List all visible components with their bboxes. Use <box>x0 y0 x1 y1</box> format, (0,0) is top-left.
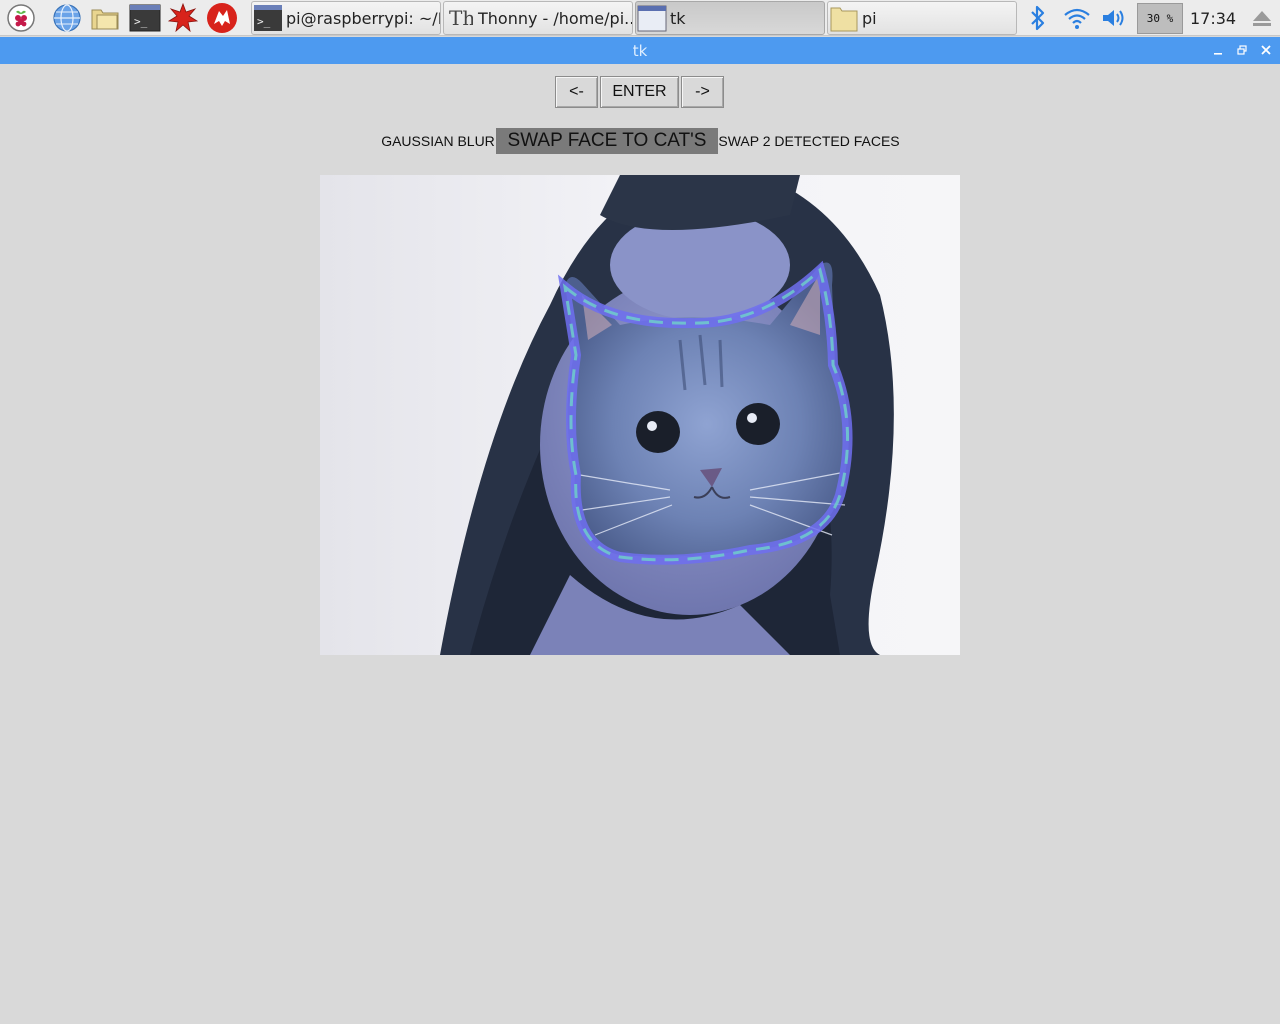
camera-preview-image <box>320 175 960 655</box>
window-titlebar[interactable]: tk <box>0 37 1280 64</box>
svg-text:>_: >_ <box>257 15 271 28</box>
task-label: tk <box>670 8 686 28</box>
file-manager-icon[interactable] <box>89 2 121 34</box>
task-terminal[interactable]: >_ pi@raspberrypi: ~/P... <box>251 1 441 35</box>
filter-swap-two-faces[interactable]: SWAP 2 DETECTED FACES <box>718 128 899 154</box>
battery-indicator[interactable]: 30 % <box>1137 3 1183 34</box>
close-icon[interactable] <box>1257 41 1275 59</box>
bluetooth-icon[interactable] <box>1026 2 1050 34</box>
minimize-icon[interactable] <box>1209 41 1227 59</box>
web-browser-icon[interactable] <box>51 2 83 34</box>
raspberry-menu-icon[interactable] <box>5 2 37 34</box>
svg-text:Th: Th <box>449 6 473 30</box>
thonny-icon: Th <box>444 2 476 34</box>
task-tk[interactable]: tk <box>635 1 825 35</box>
wifi-icon[interactable] <box>1062 2 1092 34</box>
mathematica-icon[interactable] <box>167 2 199 34</box>
filter-swap-face-to-cat[interactable]: SWAP FACE TO CAT'S <box>496 128 718 154</box>
volume-icon[interactable] <box>1099 2 1129 34</box>
enter-button[interactable]: ENTER <box>600 76 679 108</box>
taskbar: >_ >_ pi@raspberrypi: ~/P... Th Thon <box>0 0 1280 36</box>
terminal-icon[interactable]: >_ <box>129 2 161 34</box>
task-pi-folder[interactable]: pi <box>827 1 1017 35</box>
task-label: Thonny - /home/pi... <box>478 8 632 28</box>
next-button[interactable]: -> <box>681 76 724 108</box>
window-title: tk <box>632 42 648 60</box>
wolfram-icon[interactable] <box>206 2 238 34</box>
folder-icon <box>828 2 860 34</box>
window-icon <box>636 2 668 34</box>
eject-icon[interactable] <box>1248 2 1276 34</box>
clock[interactable]: 17:34 <box>1190 9 1236 28</box>
filter-gaussian-blur[interactable]: GAUSSIAN BLUR <box>381 128 495 154</box>
task-label: pi@raspberrypi: ~/P... <box>286 8 440 28</box>
previous-button[interactable]: <- <box>555 76 598 108</box>
task-label: pi <box>862 8 877 28</box>
terminal-icon: >_ <box>252 2 284 34</box>
svg-text:>_: >_ <box>134 15 148 28</box>
maximize-icon[interactable] <box>1233 41 1251 59</box>
task-thonny[interactable]: Th Thonny - /home/pi... <box>443 1 633 35</box>
